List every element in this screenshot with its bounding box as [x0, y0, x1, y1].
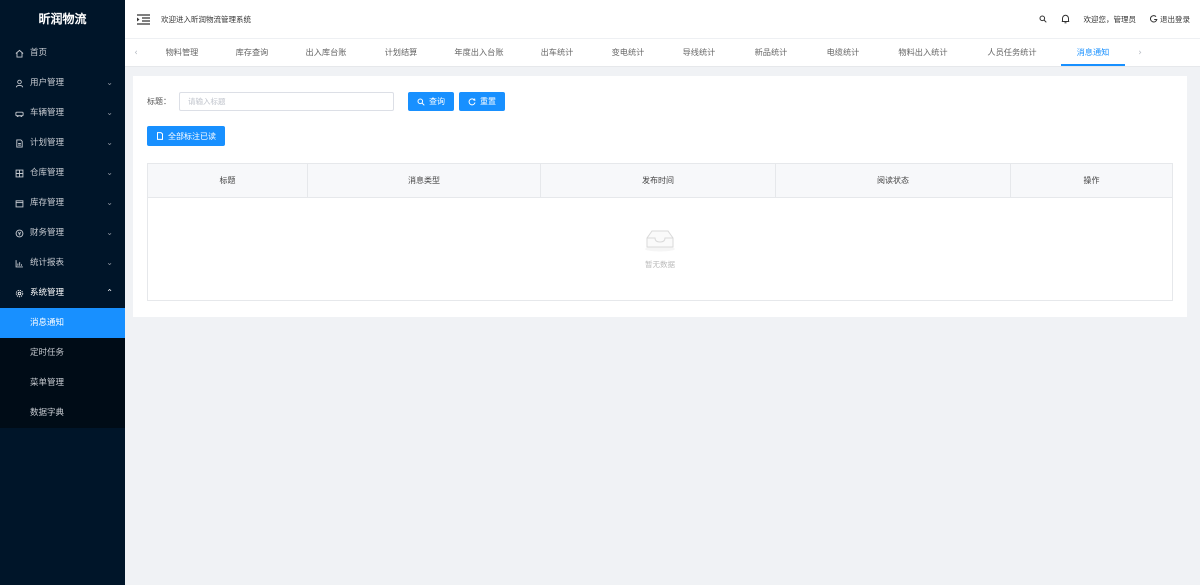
user-icon [14, 78, 24, 88]
mark-all-read-button[interactable]: 全部标注已读 [147, 126, 225, 146]
main-content: 标题： 查询 重置 全部标注已读 标题 消息类型 发布时间 阅读状态 操作 暂无… [133, 76, 1187, 317]
tab-bar: ‹ 物料管理 库存查询 出入库台账 计划结算 年度出入台账 出车统计 变电统计 … [125, 38, 1200, 67]
sidebar-item-reports[interactable]: 统计报表 ⌄ [0, 248, 125, 278]
inventory-icon [14, 198, 24, 208]
mark-all-read-label: 全部标注已读 [168, 131, 216, 141]
sidebar-item-label: 首页 [30, 48, 48, 58]
chart-icon [14, 258, 24, 268]
search-icon [417, 98, 425, 106]
chevron-down-icon: ⌄ [106, 138, 113, 147]
column-header-read-status: 阅读状态 [776, 164, 1011, 198]
tab-substation-stats[interactable]: 变电统计 [593, 38, 663, 67]
sidebar-item-label: 统计报表 [30, 258, 65, 268]
sidebar-subitem-menu-management[interactable]: 菜单管理 [0, 368, 125, 398]
column-header-title: 标题 [148, 164, 308, 198]
sidebar-item-warehouse[interactable]: 仓库管理 ⌄ [0, 158, 125, 188]
empty-state: 暂无数据 [148, 198, 1172, 300]
tab-staff-task-stats[interactable]: 人员任务统计 [967, 38, 1057, 67]
tab-messages[interactable]: 消息通知 [1061, 38, 1125, 67]
finance-icon [14, 228, 24, 238]
sidebar-item-label: 用户管理 [30, 78, 65, 88]
tab-new-product-stats[interactable]: 新品统计 [735, 38, 807, 67]
sidebar-item-label: 计划管理 [30, 138, 65, 148]
sidebar-item-inventory[interactable]: 库存管理 ⌄ [0, 188, 125, 218]
sidebar-item-label: 车辆管理 [30, 108, 65, 118]
title-label: 标题： [147, 97, 171, 106]
chevron-down-icon: ⌄ [106, 78, 113, 87]
sidebar-item-label: 库存管理 [30, 198, 65, 208]
tab-annual-ledger[interactable]: 年度出入台账 [437, 38, 521, 67]
sidebar-item-vehicles[interactable]: 车辆管理 ⌄ [0, 98, 125, 128]
tab-material-inout-stats[interactable]: 物料出入统计 [879, 38, 967, 67]
chevron-down-icon: ⌄ [106, 258, 113, 267]
reset-button[interactable]: 重置 [459, 92, 505, 111]
sidebar-item-plans[interactable]: 计划管理 ⌄ [0, 128, 125, 158]
chevron-down-icon: ⌄ [106, 168, 113, 177]
tab-scroll-right-icon[interactable]: › [1129, 48, 1151, 58]
search-button-label: 查询 [429, 97, 445, 106]
gear-icon [14, 288, 24, 298]
sidebar-subitem-data-dictionary[interactable]: 数据字典 [0, 398, 125, 428]
document-icon [157, 132, 163, 140]
column-header-actions: 操作 [1083, 176, 1100, 185]
sidebar-item-label: 仓库管理 [30, 168, 65, 178]
sidebar-item-home[interactable]: 首页 [0, 38, 125, 68]
welcome-title: 欢迎进入昕润物流管理系统 [161, 14, 251, 24]
warehouse-icon [14, 168, 24, 178]
chevron-down-icon: ⌄ [106, 108, 113, 117]
tab-inout-ledger[interactable]: 出入库台账 [287, 38, 365, 67]
sidebar-item-label: 系统管理 [30, 288, 65, 298]
logout-label: 退出登录 [1160, 14, 1190, 24]
car-icon [14, 108, 24, 118]
reset-button-label: 重置 [480, 97, 496, 106]
top-header: 欢迎进入昕润物流管理系统 欢迎您，管理员 退出登录 [125, 0, 1200, 38]
chevron-down-icon: ⌄ [106, 198, 113, 207]
title-search-input[interactable] [179, 92, 394, 111]
column-header-message-type: 消息类型 [308, 164, 541, 198]
bell-icon[interactable] [1061, 14, 1070, 24]
logout-button[interactable]: 退出登录 [1150, 14, 1190, 25]
brand-logo: 昕润物流 [0, 0, 125, 38]
table-header: 标题 消息类型 发布时间 阅读状态 操作 [148, 164, 1172, 198]
sidebar-item-users[interactable]: 用户管理 ⌄ [0, 68, 125, 98]
tab-scroll-left-icon[interactable]: ‹ [125, 48, 147, 58]
tab-wire-stats[interactable]: 导线统计 [663, 38, 735, 67]
sidebar-item-label: 财务管理 [30, 228, 65, 238]
home-icon [14, 48, 24, 58]
search-button[interactable]: 查询 [408, 92, 454, 111]
document-icon [14, 138, 24, 148]
sidebar-subitem-messages[interactable]: 消息通知 [0, 308, 125, 338]
column-header-publish-time: 发布时间 [541, 164, 776, 198]
search-form: 标题： 查询 重置 [147, 92, 505, 111]
tab-materials[interactable]: 物料管理 [147, 38, 217, 67]
sidebar-item-system[interactable]: 系统管理 ⌃ [0, 278, 125, 308]
sidebar: 昕润物流 首页 用户管理 ⌄ 车辆管理 ⌄ 计划管理 ⌄ 仓库管理 ⌄ 库存管理… [0, 0, 125, 585]
logout-icon [1150, 15, 1158, 23]
empty-state-text: 暂无数据 [645, 260, 675, 269]
chevron-up-icon: ⌃ [106, 288, 113, 297]
tab-dispatch-stats[interactable]: 出车统计 [521, 38, 593, 67]
chevron-down-icon: ⌄ [106, 228, 113, 237]
messages-table: 标题 消息类型 发布时间 阅读状态 操作 暂无数据 [147, 163, 1173, 301]
sidebar-item-finance[interactable]: 财务管理 ⌄ [0, 218, 125, 248]
tab-plan-settlement[interactable]: 计划结算 [365, 38, 437, 67]
empty-box-icon [643, 228, 677, 255]
tab-inventory-query[interactable]: 库存查询 [217, 38, 287, 67]
refresh-icon [468, 97, 476, 105]
system-submenu: 消息通知 定时任务 菜单管理 数据字典 [0, 308, 125, 428]
menu-toggle-icon[interactable] [137, 13, 151, 25]
user-greeting[interactable]: 欢迎您，管理员 [1084, 14, 1137, 25]
header-actions: 欢迎您，管理员 退出登录 [1039, 0, 1190, 38]
tab-cable-stats[interactable]: 电缆统计 [807, 38, 879, 67]
sidebar-subitem-scheduled-tasks[interactable]: 定时任务 [0, 338, 125, 368]
search-icon[interactable] [1039, 15, 1047, 23]
